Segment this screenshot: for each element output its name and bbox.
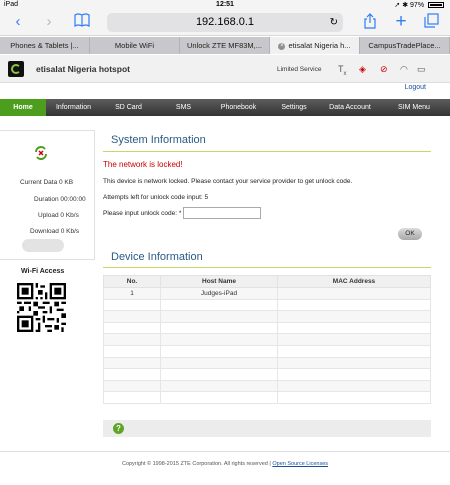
bluetooth-icon: ✱: [402, 2, 409, 9]
column-header: MAC Address: [277, 275, 431, 288]
help-icon[interactable]: ?: [113, 423, 124, 434]
table-row: [103, 391, 431, 404]
wifi-icon: ◠: [400, 64, 408, 74]
nav-home[interactable]: Home: [0, 99, 46, 116]
sim-icon: ◈: [359, 64, 366, 74]
divider: [103, 151, 431, 152]
cell-host-name: Judges-iPad: [160, 287, 278, 300]
footer-separator: |: [269, 461, 271, 467]
signal-icon: Tx: [338, 64, 347, 77]
nav-settings[interactable]: Settings: [266, 99, 322, 116]
ios-status-bar: iPad 12:51 ➚ ✱ 97%: [0, 0, 450, 10]
table-row: [103, 310, 431, 323]
tab[interactable]: Mobile WiFi: [90, 37, 180, 54]
upload-speed: Upload 0 Kb/s: [38, 212, 79, 219]
table-row: 1 Judges-iPad: [103, 287, 431, 300]
table-footer: ?: [103, 420, 431, 437]
location-icon: ➚: [394, 2, 401, 9]
tab[interactable]: Unlock ZTE MF83M,...: [180, 37, 270, 54]
nav-data-account[interactable]: Data Account: [322, 99, 378, 116]
current-data: Current Data 0 KB: [20, 179, 74, 186]
cell-mac-address: [277, 287, 431, 300]
share-icon[interactable]: [361, 13, 379, 31]
nav-sms[interactable]: SMS: [156, 99, 211, 116]
table-row: [103, 368, 431, 381]
nav-sim-menu[interactable]: SIM Menu: [378, 99, 450, 116]
wifi-access-title: Wi-Fi Access: [21, 268, 65, 275]
browser-tabs: Phones & Tablets |... Mobile WiFi Unlock…: [0, 37, 450, 54]
url-bar[interactable]: 192.168.0.1 ↻: [107, 13, 343, 32]
url-text: 192.168.0.1: [195, 16, 255, 28]
unlock-code-label: Please input unlock code: *: [103, 210, 182, 217]
table-row: [103, 344, 431, 358]
table-row: [103, 298, 431, 312]
tab[interactable]: Phones & Tablets |...: [0, 37, 90, 54]
table-row: [103, 333, 431, 346]
footer-divider: [0, 451, 450, 452]
device-table: No. Host Name MAC Address 1 Judges-iPad: [103, 275, 431, 404]
cell-no: 1: [103, 287, 161, 300]
connection-icon: [35, 146, 47, 160]
tabs-icon[interactable]: [422, 13, 440, 31]
logout-link[interactable]: Logout: [405, 84, 426, 91]
nav-sd-card[interactable]: SD Card: [101, 99, 156, 116]
attempts-left: Attempts left for unlock code input: 5: [103, 194, 209, 201]
browser-toolbar: ‹ › 192.168.0.1 ↻ +: [0, 10, 450, 36]
battery-percent: 97%: [410, 2, 425, 9]
table-row: [103, 356, 431, 370]
tab-active[interactable]: × etisalat Nigeria h...: [270, 37, 360, 54]
ok-button[interactable]: OK: [398, 228, 422, 240]
duration: Duration 00:00:00: [34, 196, 86, 203]
app-header: etisalat Nigeria hotspot Limited Service…: [0, 55, 450, 83]
table-row: [103, 321, 431, 335]
etisalat-logo: [8, 61, 24, 77]
page-title: etisalat Nigeria hotspot: [36, 64, 130, 74]
unlock-code-input[interactable]: [183, 207, 261, 219]
close-tab-icon[interactable]: ×: [278, 42, 286, 50]
battery-device-icon: ▭: [417, 64, 426, 74]
table-row: [103, 379, 431, 393]
qr-code-icon: [17, 283, 66, 332]
locked-description: This device is network locked. Please co…: [103, 178, 353, 185]
new-tab-icon[interactable]: +: [392, 12, 410, 31]
nav-information[interactable]: Information: [46, 99, 101, 116]
divider: [103, 267, 431, 268]
column-header: Host Name: [160, 275, 278, 288]
nav-phonebook[interactable]: Phonebook: [211, 99, 266, 116]
service-status: Limited Service: [277, 66, 322, 73]
network-icon: ⊘: [380, 64, 388, 74]
battery-status: ➚ ✱ 97%: [394, 1, 444, 9]
clock: 12:51: [216, 1, 234, 8]
network-locked-message: The network is locked!: [103, 160, 183, 169]
download-speed: Download 0 Kb/s: [30, 228, 80, 235]
tab[interactable]: CampusTradePlace...: [360, 37, 450, 54]
table-header-row: No. Host Name MAC Address: [103, 275, 431, 288]
forward-icon[interactable]: ›: [40, 13, 58, 31]
bookmarks-icon[interactable]: [73, 13, 91, 31]
copyright-text: Copyright © 1998-2015 ZTE Corporation. A…: [121, 461, 268, 467]
connect-button[interactable]: [22, 239, 64, 252]
system-info-title: System Information: [111, 134, 206, 146]
footer: Copyright © 1998-2015 ZTE Corporation. A…: [0, 461, 450, 467]
reload-icon[interactable]: ↻: [330, 13, 338, 32]
open-source-licenses-link[interactable]: Open Source Licenses: [272, 461, 328, 467]
battery-icon: [428, 2, 444, 9]
device-info-title: Device Information: [111, 251, 203, 263]
main-nav: Home Information SD Card SMS Phonebook S…: [0, 99, 450, 116]
back-icon[interactable]: ‹: [9, 13, 27, 31]
column-header: No.: [103, 275, 161, 288]
connection-panel: Current Data 0 KB Duration 00:00:00 Uplo…: [0, 130, 95, 260]
